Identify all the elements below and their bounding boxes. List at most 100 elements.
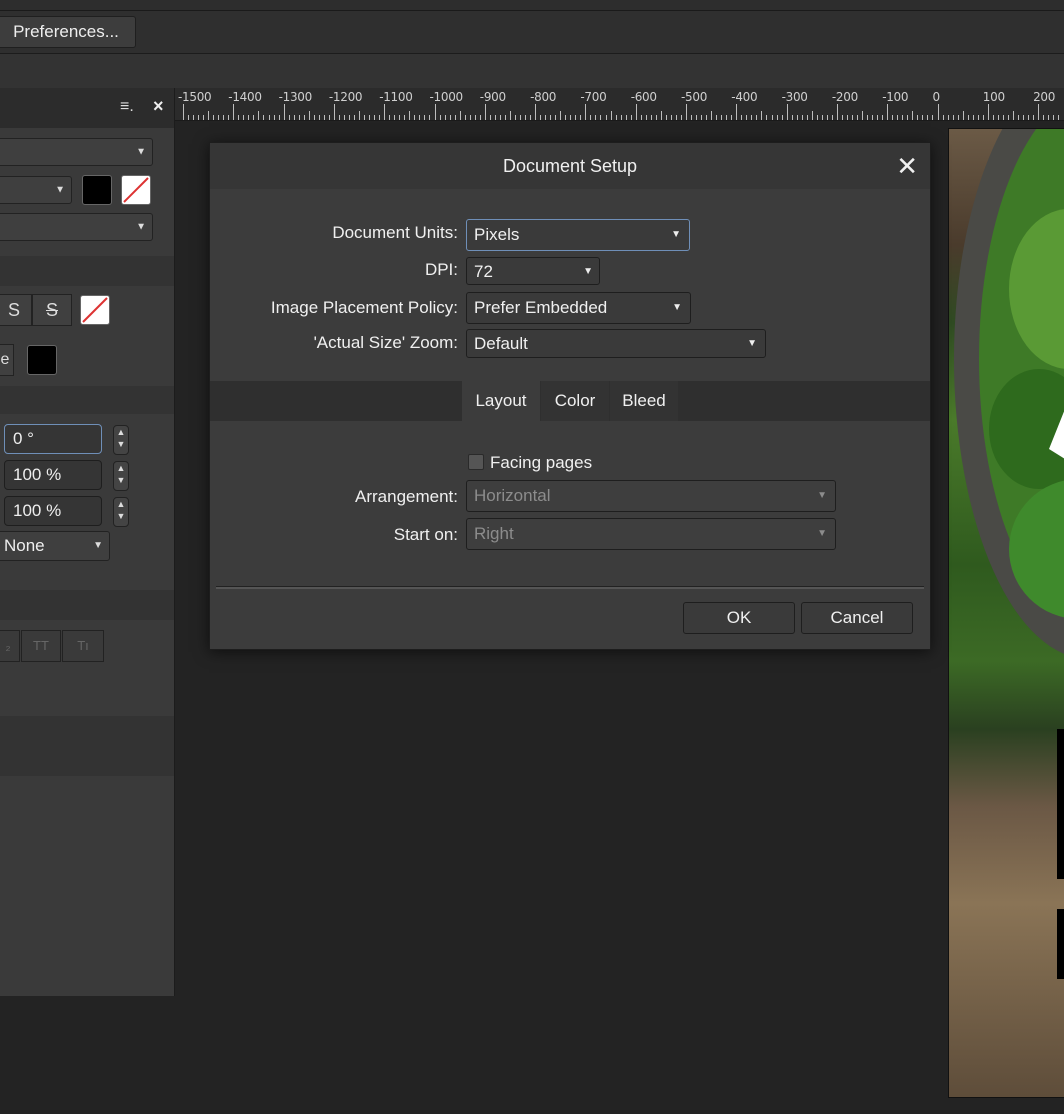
facing-pages-label[interactable]: Facing pages — [490, 453, 592, 473]
decoration-color-swatch[interactable] — [80, 295, 110, 325]
document-units-select[interactable]: Pixels ▼ — [466, 219, 690, 251]
tab-layout[interactable]: Layout — [462, 381, 540, 421]
ruler-minor-tick — [263, 115, 265, 120]
ruler-minor-tick — [414, 115, 416, 120]
tab-bleed[interactable]: Bleed — [610, 381, 678, 421]
ruler-minor-tick — [691, 115, 693, 120]
tab-color[interactable]: Color — [541, 381, 609, 421]
ruler-label: -900 — [479, 90, 506, 104]
ruler-minor-tick — [459, 111, 461, 120]
ruler-minor-tick — [615, 115, 617, 120]
arrangement-select[interactable]: Horizontal ▼ — [466, 480, 836, 512]
ruler-minor-tick — [952, 115, 954, 120]
chevron-down-icon: ▼ — [136, 146, 146, 158]
superscript-button[interactable]: Tı — [62, 630, 104, 662]
ruler-minor-tick — [308, 111, 310, 120]
start-on-select[interactable]: Right ▼ — [466, 518, 836, 550]
ruler-minor-tick — [590, 115, 592, 120]
ruler-major-tick — [484, 104, 486, 120]
ruler-minor-tick — [1012, 111, 1014, 120]
section-header-other[interactable] — [0, 716, 174, 776]
strikethrough-button[interactable]: S — [0, 294, 32, 326]
subscript-button[interactable]: ₂ — [0, 630, 20, 662]
canvas-photo-salad[interactable] — [948, 128, 1064, 1098]
preferences-button[interactable]: Preferences... — [0, 16, 136, 48]
ruler-minor-tick — [711, 111, 713, 120]
ruler-minor-tick — [550, 115, 552, 120]
ruler-minor-tick — [218, 115, 220, 120]
ruler-major-tick — [333, 104, 335, 120]
ruler-minor-tick — [670, 115, 672, 120]
panel-close-icon[interactable]: × — [153, 96, 164, 117]
ruler-label: 200 — [1033, 90, 1056, 104]
ruler-minor-tick — [570, 115, 572, 120]
start-on-value: Right — [474, 524, 514, 543]
ruler-minor-tick — [273, 115, 275, 120]
strikethrough-double-button[interactable]: S — [32, 294, 72, 326]
arrangement-label: Arrangement: — [355, 487, 458, 506]
ruler-label: -100 — [882, 90, 909, 104]
image-placement-select[interactable]: Prefer Embedded ▼ — [466, 292, 691, 324]
ruler-minor-tick — [957, 115, 959, 120]
chevron-down-icon: ▼ — [817, 490, 827, 501]
close-icon[interactable]: ✕ — [896, 151, 918, 181]
font-family-dropdown[interactable]: ▼ — [0, 138, 153, 166]
highlight-color-swatch[interactable] — [27, 345, 57, 375]
ruler-minor-tick — [1053, 115, 1055, 120]
ruler-minor-tick — [962, 111, 964, 120]
ruler-minor-tick — [831, 115, 833, 120]
ruler-minor-tick — [867, 115, 869, 120]
ruler-minor-tick — [565, 115, 567, 120]
text-fill-swatch[interactable] — [82, 175, 112, 205]
dialog-tabs: Layout Color Bleed — [210, 381, 930, 421]
ruler-minor-tick — [877, 115, 879, 120]
section-header-typography[interactable] — [0, 590, 174, 620]
ruler-minor-tick — [419, 115, 421, 120]
scale-x-stepper[interactable]: ▲ ▼ — [113, 461, 129, 491]
ok-button[interactable]: OK — [683, 602, 795, 634]
ruler-minor-tick — [791, 115, 793, 120]
ruler-minor-tick — [228, 115, 230, 120]
dpi-select[interactable]: 72 ▼ — [466, 257, 600, 285]
ruler-minor-tick — [193, 115, 195, 120]
none-dropdown[interactable]: None ▼ — [0, 531, 110, 561]
ruler-minor-tick — [796, 115, 798, 120]
rotation-stepper[interactable]: ▲ ▼ — [113, 425, 129, 455]
font-style-dropdown[interactable]: ▼ — [0, 176, 72, 204]
facing-pages-checkbox[interactable] — [468, 454, 484, 470]
cancel-button[interactable]: Cancel — [801, 602, 913, 634]
ruler-minor-tick — [560, 111, 562, 120]
ruler-major-tick — [283, 104, 285, 120]
actual-size-zoom-select[interactable]: Default ▼ — [466, 329, 766, 358]
ruler-minor-tick — [716, 115, 718, 120]
ruler-minor-tick — [731, 115, 733, 120]
ruler-minor-tick — [343, 115, 345, 120]
ruler-minor-tick — [751, 115, 753, 120]
ruler-minor-tick — [1017, 115, 1019, 120]
small-caps-button[interactable]: TT — [21, 630, 61, 662]
scale-y-field[interactable]: 100 % — [4, 496, 102, 526]
ruler-major-tick — [233, 104, 235, 120]
ruler-minor-tick — [851, 115, 853, 120]
ruler-minor-tick — [238, 115, 240, 120]
section-header-transform[interactable] — [0, 386, 174, 414]
chevron-down-icon: ▼ — [747, 338, 757, 349]
ruler-minor-tick — [525, 115, 527, 120]
scale-x-field[interactable]: 100 % — [4, 460, 102, 490]
ruler-minor-tick — [726, 115, 728, 120]
ruler-minor-tick — [545, 115, 547, 120]
scale-y-stepper[interactable]: ▲ ▼ — [113, 497, 129, 527]
font-size-dropdown[interactable]: ▼ — [0, 213, 153, 241]
horizontal-ruler[interactable]: -1500 -1400 -1300 -1200 -1100 -1000 -900 -800 -7… — [175, 88, 1064, 121]
ruler-minor-tick — [947, 115, 949, 120]
ruler-minor-tick — [489, 115, 491, 120]
rotation-field[interactable]: 0 ° — [4, 424, 102, 454]
ruler-minor-tick — [253, 115, 255, 120]
text-stroke-swatch[interactable] — [121, 175, 151, 205]
section-header-decorations[interactable] — [0, 256, 174, 286]
ruler-minor-tick — [605, 115, 607, 120]
ruler-minor-tick — [992, 115, 994, 120]
partial-button[interactable]: e — [0, 344, 14, 376]
panel-menu-icon[interactable]: ≡. — [120, 98, 134, 116]
ruler-minor-tick — [298, 115, 300, 120]
